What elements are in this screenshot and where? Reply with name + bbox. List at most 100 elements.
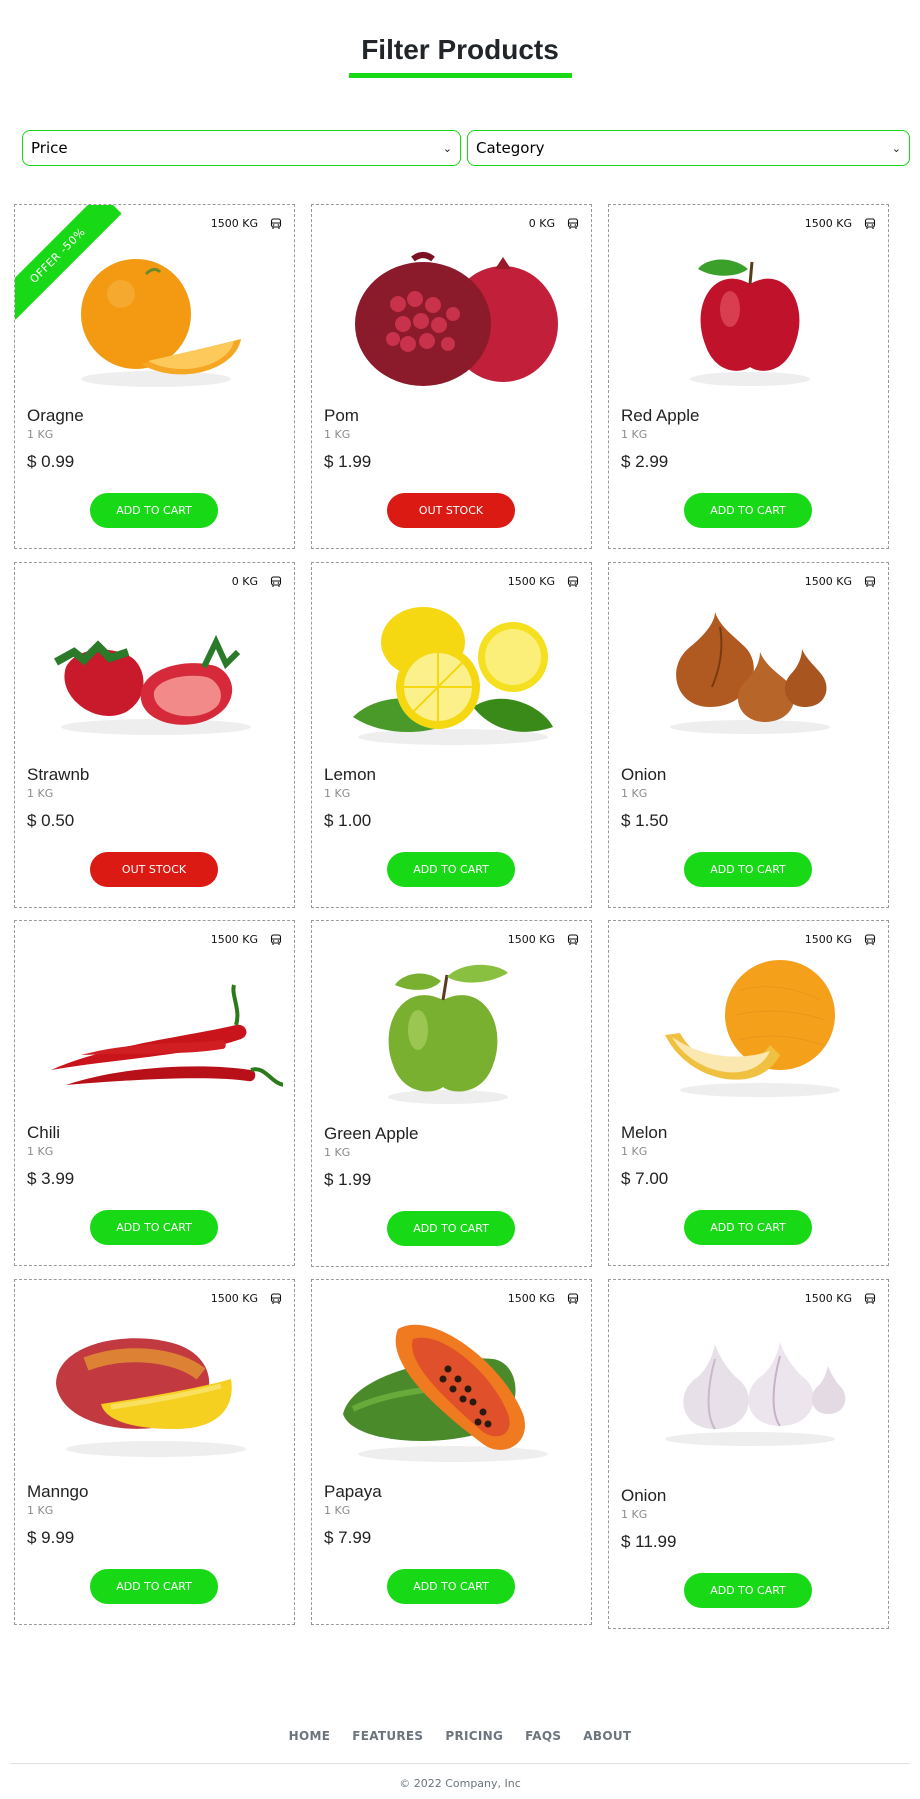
add-to-cart-button[interactable]: ADD TO CART — [684, 493, 812, 528]
filter-bar: Price ⌄ Category ⌄ — [22, 130, 910, 166]
chevron-down-icon: ⌄ — [442, 141, 452, 155]
product-weight: 1 KG — [27, 1504, 54, 1517]
product-card: 0 KG Pom 1 KG $ 1.99 OUT STOCK — [311, 204, 592, 549]
product-card: 1500 KG Lemon 1 KG $ 1.00 ADD TO CART — [311, 562, 592, 908]
out-of-stock-button[interactable]: OUT STOCK — [387, 493, 515, 528]
product-name[interactable]: Lemon — [324, 765, 376, 785]
page-header: Filter Products — [0, 0, 920, 90]
product-price: $ 7.00 — [621, 1169, 669, 1188]
add-to-cart-button[interactable]: ADD TO CART — [90, 493, 218, 528]
chevron-down-icon: ⌄ — [891, 141, 901, 155]
footer-nav: HOME FEATURES PRICING FAQS ABOUT — [0, 1729, 920, 1743]
pomegranate-image — [355, 252, 558, 386]
product-image[interactable] — [26, 945, 287, 1117]
footer-link-faqs[interactable]: FAQS — [525, 1729, 561, 1743]
add-to-cart-button[interactable]: ADD TO CART — [387, 852, 515, 887]
product-name[interactable]: Melon — [621, 1123, 667, 1143]
copyright-text: © 2022 Company, Inc — [399, 1777, 521, 1790]
product-image[interactable] — [323, 1304, 580, 1476]
bus-icon — [270, 933, 282, 945]
category-select-value: Category — [476, 139, 545, 157]
product-name[interactable]: Green Apple — [324, 1124, 419, 1144]
bus-icon — [567, 933, 579, 945]
product-name[interactable]: Onion — [621, 1486, 666, 1506]
footer-link-about[interactable]: ABOUT — [583, 1729, 631, 1743]
product-image[interactable] — [620, 1304, 877, 1476]
product-card: 1500 KG Green Apple 1 KG $ 1.99 ADD TO C… — [311, 920, 592, 1267]
footer-link-home[interactable]: HOME — [289, 1729, 331, 1743]
product-image[interactable] — [620, 587, 877, 759]
product-price: $ 1.99 — [324, 1170, 372, 1189]
product-name[interactable]: Manngo — [27, 1482, 88, 1502]
product-weight: 1 KG — [324, 428, 351, 441]
product-image[interactable] — [26, 1304, 283, 1476]
add-to-cart-button[interactable]: ADD TO CART — [90, 1569, 218, 1604]
product-weight: 1 KG — [621, 787, 648, 800]
bus-icon — [864, 575, 876, 587]
product-weight: 1 KG — [27, 787, 54, 800]
product-name[interactable]: Onion — [621, 765, 666, 785]
product-image[interactable] — [620, 945, 877, 1117]
product-card: 0 KG Strawnb 1 KG $ 0.50 OUT STOCK — [14, 562, 295, 908]
category-select[interactable]: Category ⌄ — [467, 130, 910, 166]
product-price: $ 2.99 — [621, 452, 669, 471]
product-image[interactable] — [323, 229, 580, 401]
footer-link-pricing[interactable]: PRICING — [445, 1729, 503, 1743]
bus-icon — [567, 575, 579, 587]
product-card: 1500 KG Melon 1 KG $ 7.00 ADD TO CART — [608, 920, 889, 1266]
product-name[interactable]: Oragne — [27, 406, 84, 426]
product-price: $ 9.99 — [27, 1528, 75, 1547]
add-to-cart-button[interactable]: ADD TO CART — [90, 1210, 218, 1245]
product-card: 1500 KG Onion 1 KG $ 11.99 ADD TO CART — [608, 1279, 889, 1629]
product-name[interactable]: Pom — [324, 406, 359, 426]
add-to-cart-button[interactable]: ADD TO CART — [684, 1573, 812, 1608]
add-to-cart-button[interactable]: ADD TO CART — [684, 1210, 812, 1245]
product-image[interactable] — [323, 945, 580, 1117]
melon-image — [665, 960, 840, 1097]
product-weight: 1 KG — [621, 1508, 648, 1521]
product-image[interactable] — [620, 229, 877, 401]
price-select-value: Price — [31, 139, 68, 157]
product-weight: 1 KG — [324, 787, 351, 800]
product-image[interactable] — [323, 587, 580, 759]
footer-link-features[interactable]: FEATURES — [352, 1729, 423, 1743]
bus-icon — [864, 217, 876, 229]
product-name[interactable]: Papaya — [324, 1482, 382, 1502]
product-weight: 1 KG — [621, 428, 648, 441]
product-price: $ 1.00 — [324, 811, 372, 830]
bus-icon — [864, 933, 876, 945]
title-underline — [349, 73, 572, 78]
product-name[interactable]: Strawnb — [27, 765, 89, 785]
mango-image — [56, 1338, 246, 1457]
product-price: $ 3.99 — [27, 1169, 75, 1188]
product-weight: 1 KG — [27, 428, 54, 441]
product-price: $ 7.99 — [324, 1528, 372, 1547]
chili-image — [51, 984, 287, 1087]
price-select[interactable]: Price ⌄ — [22, 130, 461, 166]
add-to-cart-button[interactable]: ADD TO CART — [387, 1211, 515, 1246]
product-weight: 1 KG — [324, 1504, 351, 1517]
footer-divider — [10, 1763, 910, 1764]
lemon-image — [353, 607, 553, 745]
garlic-image — [665, 1342, 846, 1446]
bus-icon — [567, 1292, 579, 1304]
product-price: $ 0.99 — [27, 452, 75, 471]
product-name[interactable]: Red Apple — [621, 406, 699, 426]
add-to-cart-button[interactable]: ADD TO CART — [684, 852, 812, 887]
product-image[interactable] — [26, 587, 283, 759]
add-to-cart-button[interactable]: ADD TO CART — [387, 1569, 515, 1604]
out-of-stock-button[interactable]: OUT STOCK — [90, 852, 218, 887]
product-card: 1500 KG Papaya 1 KG $ 7.99 ADD TO CART — [311, 1279, 592, 1625]
product-card: 1500 KG Chili 1 KG $ 3.99 ADD TO CART — [14, 920, 295, 1266]
product-weight: 1 KG — [27, 1145, 54, 1158]
product-card: 1500 KG Onion 1 KG $ 1.50 ADD TO CART — [608, 562, 889, 908]
product-card: 1500 KG Manngo 1 KG $ 9.99 ADD TO CART — [14, 1279, 295, 1625]
product-price: $ 0.50 — [27, 811, 75, 830]
bus-icon — [270, 217, 282, 229]
product-card: 1500 KG Red Apple 1 KG $ 2.99 ADD TO CAR… — [608, 204, 889, 549]
product-price: $ 11.99 — [621, 1532, 677, 1551]
bus-icon — [864, 1292, 876, 1304]
product-name[interactable]: Chili — [27, 1123, 60, 1143]
red-apple-image — [690, 259, 810, 386]
strawberry-image — [54, 634, 251, 735]
